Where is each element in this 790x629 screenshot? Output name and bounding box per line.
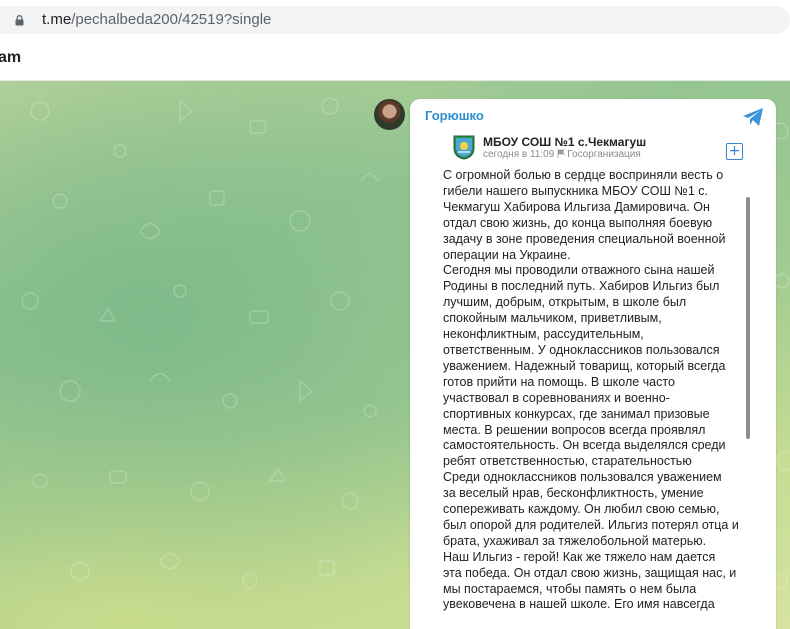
post-meta: сегодня в 11:09 Госорганизация (483, 149, 641, 160)
post-text-line: самостоятельность. Он всегда выделялся с… (443, 438, 726, 453)
url-path: /pechalbeda200/42519?single (71, 11, 272, 28)
school-emblem-icon (453, 135, 475, 160)
post-text-line: увековечена в нашей школе. Его имя навсе… (443, 597, 715, 612)
post-text-line: Родины в последний путь. Хабиров Ильгиз … (443, 279, 720, 294)
post-text-line: Наш Ильгиз - герой! Как же тяжело нам да… (443, 549, 716, 564)
post-text-line: брата, ухаживал за тяжелобольной матерью… (443, 533, 707, 548)
url-text[interactable]: t.me/pechalbeda200/42519?single (42, 11, 271, 28)
post-text-line: Сегодня мы проводили отважного сына наше… (443, 263, 715, 278)
sender-avatar[interactable] (374, 99, 405, 130)
sender-name[interactable]: Горюшко (425, 108, 484, 123)
post-text-line: спортивных конкурсах, где занимал призов… (443, 406, 710, 421)
org-type: Госорганизация (567, 149, 641, 160)
post-time: сегодня в 11:09 (483, 149, 555, 160)
post-text-line: ребят ответственностью, старательностью (443, 454, 692, 469)
post-text-line: сопереживать каждому. Он любил свою семь… (443, 502, 720, 517)
message-bubble: Горюшко МБОУ СОШ №1 с.Чекмагуш сегодня в… (410, 99, 776, 629)
url-host: t.me (42, 11, 72, 28)
address-field[interactable]: t.me/pechalbeda200/42519?single (0, 6, 790, 34)
post-text-line: гибели нашего выпускника МБОУ СОШ №1 с. (443, 183, 708, 198)
browser-url-bar: t.me/pechalbeda200/42519?single (0, 0, 790, 40)
post-text-line: за веселый нрав, бесконфликтность, умени… (443, 486, 704, 501)
post-text-line: готов прийти на помощь. В школе часто (443, 374, 675, 389)
post-scrollbar[interactable] (746, 197, 750, 439)
post-text-line: уважением. Надежный товарищ, который все… (443, 358, 726, 373)
lock-icon[interactable] (14, 15, 25, 26)
telegram-header: am (0, 40, 790, 81)
post-text: С огромной болью в сердце восприняли вес… (443, 168, 753, 613)
post-text-line: С огромной болью в сердце восприняли вес… (443, 168, 724, 182)
telegram-share-icon[interactable] (742, 107, 764, 127)
post-text-line: Чекмагуш Хабирова Ильгиза Дамировича. Он (443, 199, 710, 214)
embedded-post: МБОУ СОШ №1 с.Чекмагуш сегодня в 11:09 Го… (436, 127, 756, 629)
post-text-line: мы постараемся, чтобы память о нем была (443, 581, 697, 596)
post-text-line: операции на Украине. (443, 247, 571, 262)
post-text-line: участвовал в соревнованиях и военно- (443, 390, 670, 405)
post-text-line: Среди одноклассников пользовался уважени… (443, 470, 722, 485)
flag-icon (557, 149, 566, 158)
post-text-line: лучшим, добрым, открытым, в школе был (443, 295, 687, 310)
org-name[interactable]: МБОУ СОШ №1 с.Чекмагуш (483, 135, 646, 149)
add-icon[interactable]: + (726, 143, 743, 160)
post-text-line: отдал свою жизнь, до конца выполняя боев… (443, 215, 713, 230)
header-title: am (0, 49, 22, 66)
post-text-line: места. В решении вопросов всегда проявля… (443, 422, 706, 437)
post-text-line: задачу в зоне проведения специальной вое… (443, 231, 726, 246)
post-text-line: эта победа. Он отдал свою жизнь, защищая… (443, 565, 737, 580)
post-text-line: неконфликтным, рассудительным, (443, 327, 644, 342)
post-text-line: ответственным. У одноклассников пользова… (443, 342, 720, 357)
post-text-line: спокойным мальчиком, приветливым, (443, 311, 662, 326)
post-text-line: был опорой для родителей. Ильгиз потерял… (443, 517, 739, 532)
